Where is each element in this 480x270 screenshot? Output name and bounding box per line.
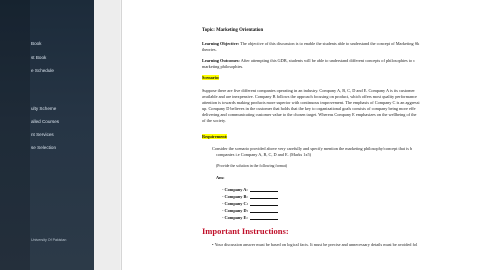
sidebar-item-label: ulty Scheme bbox=[31, 106, 57, 111]
learning-objective: Learning Objective: The objective of thi… bbox=[202, 41, 420, 46]
sidebar-item-label: se Selection bbox=[31, 145, 57, 150]
requirement-line: companies i.e Company A, B, C, D and E. … bbox=[216, 152, 312, 157]
answer-label: Ans: bbox=[216, 175, 225, 180]
learning-objective-cont: theories. bbox=[202, 47, 217, 52]
requirement-note: (Provide the solution in the following f… bbox=[216, 164, 288, 168]
page-divider bbox=[121, 0, 122, 270]
sidebar: Book st Book e Schedule ulty Scheme alle… bbox=[0, 0, 94, 270]
company-b-row: - Company B: bbox=[222, 194, 278, 199]
scenario-line: Suppose there are five different compani… bbox=[202, 88, 415, 93]
learning-outcomes-cont: marketing philosophies. bbox=[202, 64, 244, 69]
sidebar-item-label: st Book bbox=[31, 55, 47, 60]
instruction-item: • Your discussion answer must be based o… bbox=[212, 242, 418, 247]
sidebar-item-label: alled Courses bbox=[31, 119, 60, 124]
topic-heading: Topic: Marketing Orientation bbox=[202, 28, 264, 33]
company-a-row: - Company A: bbox=[222, 187, 278, 192]
university-name: University Of Pakistan bbox=[31, 238, 67, 242]
learning-outcomes: Learning Outcomes: After attempting this… bbox=[202, 58, 416, 63]
scenario-line: of the society. bbox=[202, 118, 226, 123]
sidebar-item-label: nt Services bbox=[31, 132, 54, 137]
scenario-line: up. Company D believes in the customer t… bbox=[202, 106, 416, 111]
answer-blank[interactable] bbox=[249, 194, 278, 199]
scenario-line: available and are inexpensive. Company B… bbox=[202, 94, 417, 99]
important-instructions-heading: Important Instructions: bbox=[202, 226, 289, 236]
requirement-line: Consider the scenario provided above ver… bbox=[212, 146, 413, 151]
answer-blank[interactable] bbox=[250, 201, 279, 206]
scenario-line: delivering and communicating customer va… bbox=[202, 112, 417, 117]
scenario-heading: Scenario: bbox=[202, 75, 220, 80]
scenario-line: attention is towards making products mor… bbox=[202, 100, 420, 105]
document-content: ​ Topic: Marketing Orientation Learning … bbox=[202, 0, 480, 270]
answer-blank[interactable] bbox=[250, 208, 279, 213]
answer-blank[interactable] bbox=[249, 215, 278, 220]
sidebar-item-label: Book bbox=[31, 41, 42, 46]
company-d-row: - Company D: bbox=[222, 208, 279, 213]
sidebar-item-label: e Schedule bbox=[31, 68, 54, 73]
company-c-row: - Company C: bbox=[222, 201, 279, 206]
sidebar-icon-strip bbox=[0, 0, 30, 270]
document-margin bbox=[94, 0, 120, 270]
requirement-heading: Requirement: bbox=[202, 134, 228, 139]
answer-blank[interactable] bbox=[249, 187, 278, 192]
company-e-row: - Company E: bbox=[222, 215, 278, 220]
